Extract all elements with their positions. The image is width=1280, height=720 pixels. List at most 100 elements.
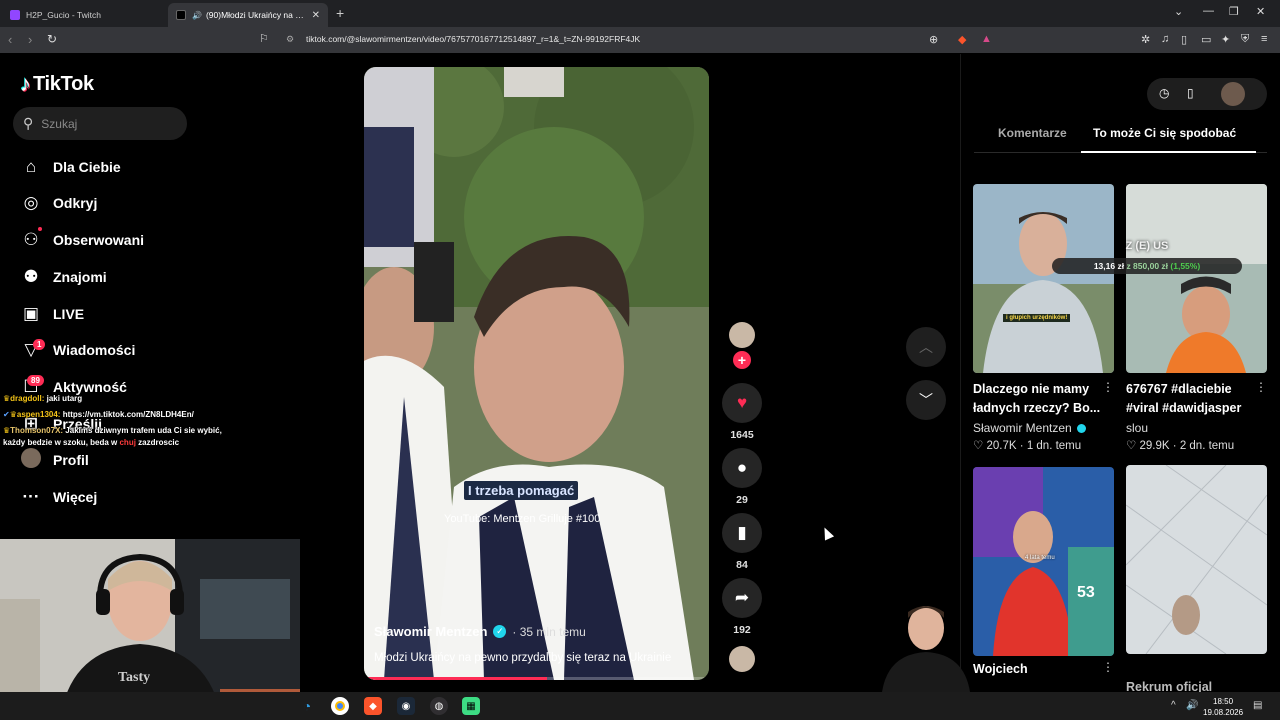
close-tab-icon[interactable]: ✕ [312, 10, 320, 21]
music-disc-icon[interactable] [729, 646, 755, 672]
chat-text: każdy bedzie w szoku, beda w [3, 438, 120, 447]
video-card-title[interactable]: Rekrum oficjal [1126, 678, 1254, 692]
video-card-title[interactable]: 676767 #dlaciebie #viral #dawidjasper [1126, 380, 1254, 418]
new-tab-button[interactable]: + [336, 5, 344, 21]
previous-video-button[interactable]: ︿ [906, 327, 946, 367]
close-window-icon[interactable]: ✕ [1256, 5, 1265, 18]
thumbnail-caption: i głupich urzędników! [1003, 314, 1071, 322]
next-video-button[interactable]: ﹀ [906, 380, 946, 420]
search-box[interactable]: ⚲ [13, 107, 187, 140]
site-info-icon[interactable]: ⚙ [286, 34, 294, 45]
url-field[interactable]: ⚙ tiktok.com/@slawomirmentzen/video/7675… [282, 31, 942, 49]
restore-icon[interactable]: ❐ [1229, 5, 1239, 18]
back-icon[interactable]: ‹ [8, 32, 12, 47]
wallet-icon[interactable]: ▭ [1201, 33, 1211, 46]
leo-icon[interactable]: ✦ [1221, 33, 1230, 46]
video-progress-bar[interactable] [364, 677, 709, 680]
phone-icon[interactable]: ▯ [1187, 86, 1194, 100]
video-card-author-line: Sławomir Mentzen [973, 421, 1086, 435]
reload-icon[interactable]: ↻ [47, 32, 57, 46]
video-card-thumbnail[interactable]: 53 4 lata temu [973, 467, 1114, 656]
tab-recommended[interactable]: To może Ci się spodobać [1093, 126, 1236, 140]
sidebar-icon[interactable]: ▯ [1181, 33, 1187, 46]
video-card-likes: 20.7K [986, 440, 1017, 452]
sidebar-item-explore[interactable]: ◎ Odkryj [20, 189, 98, 217]
video-description: Młodzi Ukraińcy na pewno przydaliby się … [374, 652, 672, 664]
share-icon[interactable]: ➦ [722, 578, 762, 618]
brave-icon[interactable]: ◆ [364, 697, 382, 715]
video-card-author[interactable]: slou [1126, 421, 1148, 435]
stream-widget-overlay: Z (E) US 13,16 zł z 850,00 zł (1,55%) [1052, 240, 1242, 286]
tab-tiktok[interactable]: 🔊 (90)Młodzi Ukraińcy na pewno ✕ [168, 3, 328, 27]
tiktok-logo[interactable]: ♪ TikTok [20, 71, 94, 97]
vpn-icon[interactable]: ⛨ [1241, 33, 1249, 46]
chat-message-continued: każdy bedzie w szoku, beda w chuj zazdro… [3, 438, 179, 447]
heart-icon[interactable]: ♥ [722, 383, 762, 423]
friends-icon: ⚉ [23, 267, 39, 286]
minimize-icon[interactable]: — [1203, 5, 1214, 17]
video-card-title[interactable]: Wojciech [973, 660, 1101, 679]
taskbar-clock[interactable]: 18:50 19.08.2026 [1203, 696, 1243, 718]
edge-icon[interactable]: ◔ [298, 697, 316, 715]
author-avatar[interactable] [729, 322, 755, 348]
tab-comments[interactable]: Komentarze [998, 126, 1067, 140]
share-action[interactable]: ➦ 192 [722, 578, 762, 636]
video-card-author[interactable]: Sławomir Mentzen [973, 421, 1072, 435]
sidebar-item-profile[interactable]: Profil [20, 446, 89, 474]
more-options-icon[interactable]: ⋮ [1102, 660, 1114, 674]
extensions-icon[interactable]: ✲ [1141, 33, 1150, 46]
obs-icon[interactable]: ◍ [430, 697, 448, 715]
tray-chevron-icon[interactable]: ^ [1171, 700, 1176, 711]
rewards-icon[interactable]: ▲ [981, 33, 992, 45]
steam-icon[interactable]: ◉ [397, 697, 415, 715]
follow-plus-icon[interactable]: + [733, 351, 751, 369]
volume-icon[interactable]: 🔊 [1186, 700, 1198, 711]
widget-label: Z (E) US [1125, 240, 1169, 252]
sidebar-item-label: Profil [53, 452, 89, 468]
user-avatar[interactable] [1221, 82, 1245, 106]
windows-taskbar: ◔ ◆ ◉ ◍ ▦ [0, 692, 1280, 720]
following-icon: ⚇ [23, 230, 39, 249]
comment-icon[interactable]: ● [722, 448, 762, 488]
tab-search-icon[interactable]: ⌄ [1174, 5, 1183, 18]
sidebar-item-more[interactable]: ··· Więcej [20, 483, 98, 511]
brave-shields-icon[interactable]: ◆ [958, 33, 966, 46]
more-options-icon[interactable]: ⋮ [1255, 380, 1267, 394]
chat-message: ♛dragdoll: jaki utarg [3, 394, 82, 403]
sword-icon: ✔ [3, 410, 10, 419]
chrome-icon[interactable] [331, 697, 349, 715]
save-action[interactable]: ▮ 84 [722, 513, 762, 571]
video-player[interactable]: I trzeba pomagać YouTube: Mentzen Grillu… [364, 67, 709, 680]
verified-icon: ✓ [493, 625, 507, 638]
zoom-icon[interactable]: ⊕ [929, 33, 938, 46]
sidebar-item-for-you[interactable]: ⌂ Dla Ciebie [20, 153, 121, 181]
video-card-thumbnail[interactable] [1126, 465, 1267, 654]
sidebar-item-live[interactable]: ▣ LIVE [20, 300, 84, 328]
media-icon[interactable]: ♫ [1161, 33, 1169, 45]
bookmark-icon[interactable]: ⚐ [259, 32, 269, 45]
video-subtitle: I trzeba pomagać [464, 481, 579, 500]
crown-icon: ♛ [9, 410, 17, 419]
sidebar-item-friends[interactable]: ⚉ Znajomi [20, 263, 106, 291]
compass-icon: ◎ [23, 193, 39, 212]
more-options-icon[interactable]: ⋮ [1102, 380, 1114, 394]
comment-action[interactable]: ● 29 [722, 448, 762, 506]
home-icon: ⌂ [25, 157, 37, 176]
speaker-icon[interactable]: 🔊 [192, 11, 202, 20]
tab-twitch[interactable]: H2P_Gucio - Twitch [2, 3, 162, 27]
menu-icon[interactable]: ≡ [1261, 33, 1267, 45]
forward-icon[interactable]: › [28, 32, 32, 47]
widget-of: z 850,00 zł [1126, 261, 1169, 271]
get-app-icon[interactable]: ◷ [1159, 86, 1169, 100]
video-card-title[interactable]: Dlaczego nie mamy ładnych rzeczy? Bo... [973, 380, 1101, 418]
notifications-icon[interactable]: ▤ [1253, 700, 1262, 711]
like-action[interactable]: ♥ 1645 [722, 383, 762, 441]
app-icon[interactable]: ▦ [462, 697, 480, 715]
chat-text: zazdroscic [135, 438, 180, 447]
video-author[interactable]: Sławomir Mentzen [374, 624, 487, 639]
chat-user: dragdoll: [10, 394, 45, 403]
search-input[interactable] [41, 116, 172, 131]
bookmark-icon[interactable]: ▮ [722, 513, 762, 553]
comment-count: 29 [736, 494, 748, 506]
tab-title: (90)Młodzi Ukraińcy na pewno [205, 10, 306, 20]
